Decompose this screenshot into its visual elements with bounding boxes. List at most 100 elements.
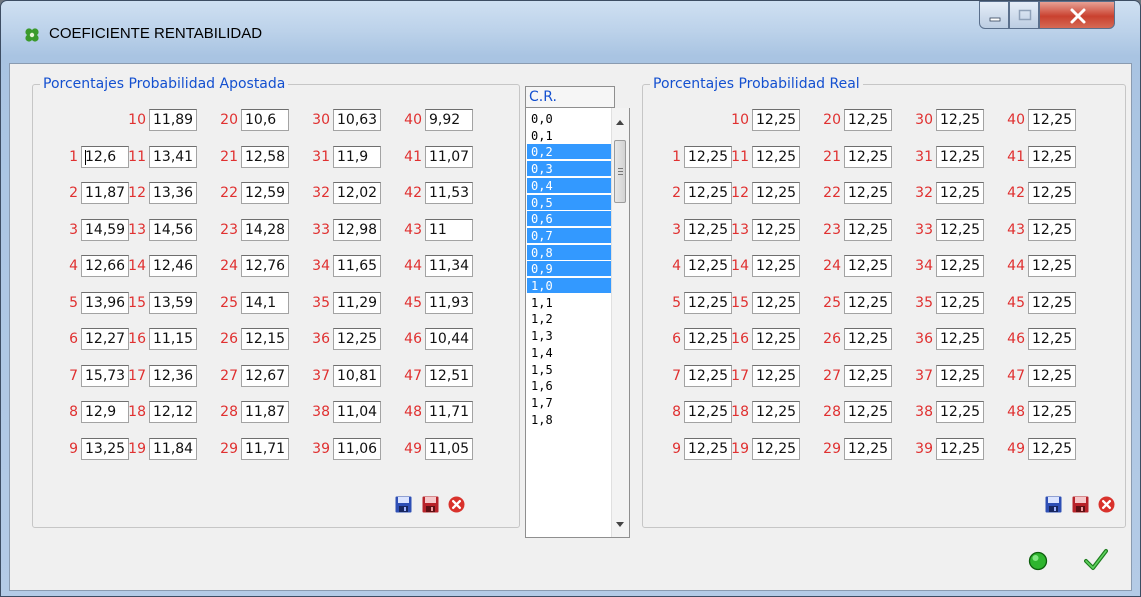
bet-percentage-field[interactable]: 11,65 <box>333 255 381 277</box>
bet-percentage-field[interactable]: 11,53 <box>425 182 473 204</box>
green-check-icon[interactable] <box>1084 548 1108 572</box>
real-percentage-field[interactable]: 12,25 <box>752 146 800 168</box>
bet-percentage-field[interactable]: 9,92 <box>425 109 473 131</box>
bet-percentage-field[interactable]: 10,6 <box>241 109 289 131</box>
cr-list-item[interactable]: 0,0 <box>527 111 613 126</box>
bet-percentage-field[interactable]: 12,27 <box>81 328 129 350</box>
real-percentage-field[interactable]: 12,25 <box>936 146 984 168</box>
bet-percentage-field[interactable]: 13,36 <box>149 182 197 204</box>
scroll-up-arrow-icon[interactable] <box>616 120 624 125</box>
real-percentage-field[interactable]: 12,25 <box>752 219 800 241</box>
real-percentage-field[interactable]: 12,25 <box>1028 401 1076 423</box>
bet-percentage-field[interactable]: 13,41 <box>149 146 197 168</box>
cr-list-item[interactable]: 1,3 <box>527 328 613 343</box>
bet-percentage-field[interactable]: 11,15 <box>149 328 197 350</box>
bet-percentage-field[interactable]: 11,9 <box>333 146 381 168</box>
cr-list-item[interactable]: 0,4 <box>527 177 613 193</box>
real-percentage-field[interactable]: 12,25 <box>844 365 892 387</box>
real-percentage-field[interactable]: 12,25 <box>684 146 732 168</box>
real-percentage-field[interactable]: 12,25 <box>752 182 800 204</box>
blue-floppy-icon[interactable] <box>1045 496 1062 513</box>
bet-percentage-field[interactable]: 11,84 <box>149 438 197 460</box>
real-percentage-field[interactable]: 12,25 <box>752 255 800 277</box>
real-percentage-field[interactable]: 12,25 <box>844 182 892 204</box>
real-percentage-field[interactable]: 12,25 <box>844 109 892 131</box>
bet-percentage-field[interactable]: 12,36 <box>149 365 197 387</box>
bet-percentage-field[interactable]: 12,51 <box>425 365 473 387</box>
cr-list-item[interactable]: 0,7 <box>527 227 613 243</box>
real-percentage-field[interactable]: 12,25 <box>684 401 732 423</box>
bet-percentage-field[interactable]: 10,63 <box>333 109 381 131</box>
real-percentage-field[interactable]: 12,25 <box>1028 146 1076 168</box>
bet-percentage-field[interactable]: 11,71 <box>241 438 289 460</box>
bet-percentage-field[interactable]: 12,9 <box>81 401 129 423</box>
bet-percentage-field[interactable]: 11,04 <box>333 401 381 423</box>
real-percentage-field[interactable]: 12,25 <box>752 401 800 423</box>
real-percentage-field[interactable]: 12,25 <box>844 219 892 241</box>
real-percentage-field[interactable]: 12,25 <box>752 292 800 314</box>
real-percentage-field[interactable]: 12,25 <box>1028 255 1076 277</box>
bet-percentage-field[interactable]: 13,25 <box>81 438 129 460</box>
bet-percentage-field[interactable]: 14,1 <box>241 292 289 314</box>
cr-list-item[interactable]: 0,1 <box>527 128 613 143</box>
bet-percentage-field[interactable]: 15,73 <box>81 365 129 387</box>
bet-percentage-field[interactable]: 11,89 <box>149 109 197 131</box>
cr-list-item[interactable]: 0,9 <box>527 261 613 277</box>
real-percentage-field[interactable]: 12,25 <box>684 438 732 460</box>
real-percentage-field[interactable]: 12,25 <box>1028 292 1076 314</box>
red-x-circle-icon[interactable] <box>1098 496 1115 513</box>
bet-percentage-field[interactable]: 11,05 <box>425 438 473 460</box>
real-percentage-field[interactable]: 12,25 <box>936 438 984 460</box>
cr-list-item[interactable]: 1,5 <box>527 362 613 377</box>
cr-list-item[interactable]: 1,0 <box>527 278 613 293</box>
real-percentage-field[interactable]: 12,25 <box>844 292 892 314</box>
blue-floppy-icon[interactable] <box>395 496 412 513</box>
real-percentage-field[interactable]: 12,25 <box>1028 219 1076 241</box>
bet-percentage-field[interactable]: 10,81 <box>333 365 381 387</box>
bet-percentage-field[interactable]: 12,02 <box>333 182 381 204</box>
real-percentage-field[interactable]: 12,25 <box>684 328 732 350</box>
cr-list-item[interactable]: 1,2 <box>527 311 613 326</box>
title-bar[interactable]: COEFICIENTE RENTABILIDAD <box>1 1 1140 63</box>
bet-percentage-field[interactable]: 12,59 <box>241 182 289 204</box>
real-percentage-field[interactable]: 12,25 <box>936 328 984 350</box>
real-percentage-field[interactable]: 12,25 <box>844 401 892 423</box>
bet-percentage-field[interactable]: 11,87 <box>81 182 129 204</box>
real-percentage-field[interactable]: 12,25 <box>936 365 984 387</box>
real-percentage-field[interactable]: 12,25 <box>1028 438 1076 460</box>
cr-listbox[interactable]: 1,8 1,7 1,6 1,5 1,4 1,3 1,2 1,1 1,0 0,9 0,8 0,7 0,6 0… <box>525 108 630 538</box>
red-x-circle-icon[interactable] <box>448 496 465 513</box>
bet-percentage-field[interactable]: 12,66 <box>81 255 129 277</box>
real-percentage-field[interactable]: 12,25 <box>936 292 984 314</box>
bet-percentage-field[interactable]: 14,59 <box>81 219 129 241</box>
bet-percentage-field[interactable]: 12,58 <box>241 146 289 168</box>
bet-percentage-field[interactable]: 11,29 <box>333 292 381 314</box>
cr-list-item[interactable]: 0,8 <box>527 244 613 260</box>
bet-percentage-field[interactable]: 12,15 <box>241 328 289 350</box>
cr-list-item[interactable]: 0,2 <box>527 144 613 160</box>
bet-percentage-field[interactable]: 13,96 <box>81 292 129 314</box>
scroll-thumb[interactable] <box>614 140 626 203</box>
cr-list-item[interactable]: 1,4 <box>527 345 613 360</box>
cr-list-item[interactable]: 1,6 <box>527 378 613 393</box>
bet-percentage-field[interactable]: 14,28 <box>241 219 289 241</box>
real-percentage-field[interactable]: 12,25 <box>1028 109 1076 131</box>
green-circle-icon[interactable] <box>1028 551 1048 571</box>
bet-percentage-field[interactable]: 12,6 <box>81 146 129 168</box>
cr-list-item[interactable]: 0,6 <box>527 211 613 227</box>
cr-list-item[interactable]: 1,1 <box>527 295 613 310</box>
real-percentage-field[interactable]: 12,25 <box>1028 365 1076 387</box>
real-percentage-field[interactable]: 12,25 <box>844 146 892 168</box>
bet-percentage-field[interactable]: 11,34 <box>425 255 473 277</box>
cr-list-item[interactable]: 0,5 <box>527 194 613 210</box>
bet-percentage-field[interactable]: 11,93 <box>425 292 473 314</box>
real-percentage-field[interactable]: 12,25 <box>936 255 984 277</box>
bet-percentage-field[interactable]: 13,59 <box>149 292 197 314</box>
red-floppy-icon[interactable] <box>1072 496 1089 513</box>
bet-percentage-field[interactable]: 12,46 <box>149 255 197 277</box>
real-percentage-field[interactable]: 12,25 <box>844 438 892 460</box>
cr-list-item[interactable]: 1,8 <box>527 412 613 427</box>
real-percentage-field[interactable]: 12,25 <box>936 109 984 131</box>
cr-list-item[interactable]: 0,3 <box>527 161 613 177</box>
bet-percentage-field[interactable]: 11 <box>425 219 473 241</box>
